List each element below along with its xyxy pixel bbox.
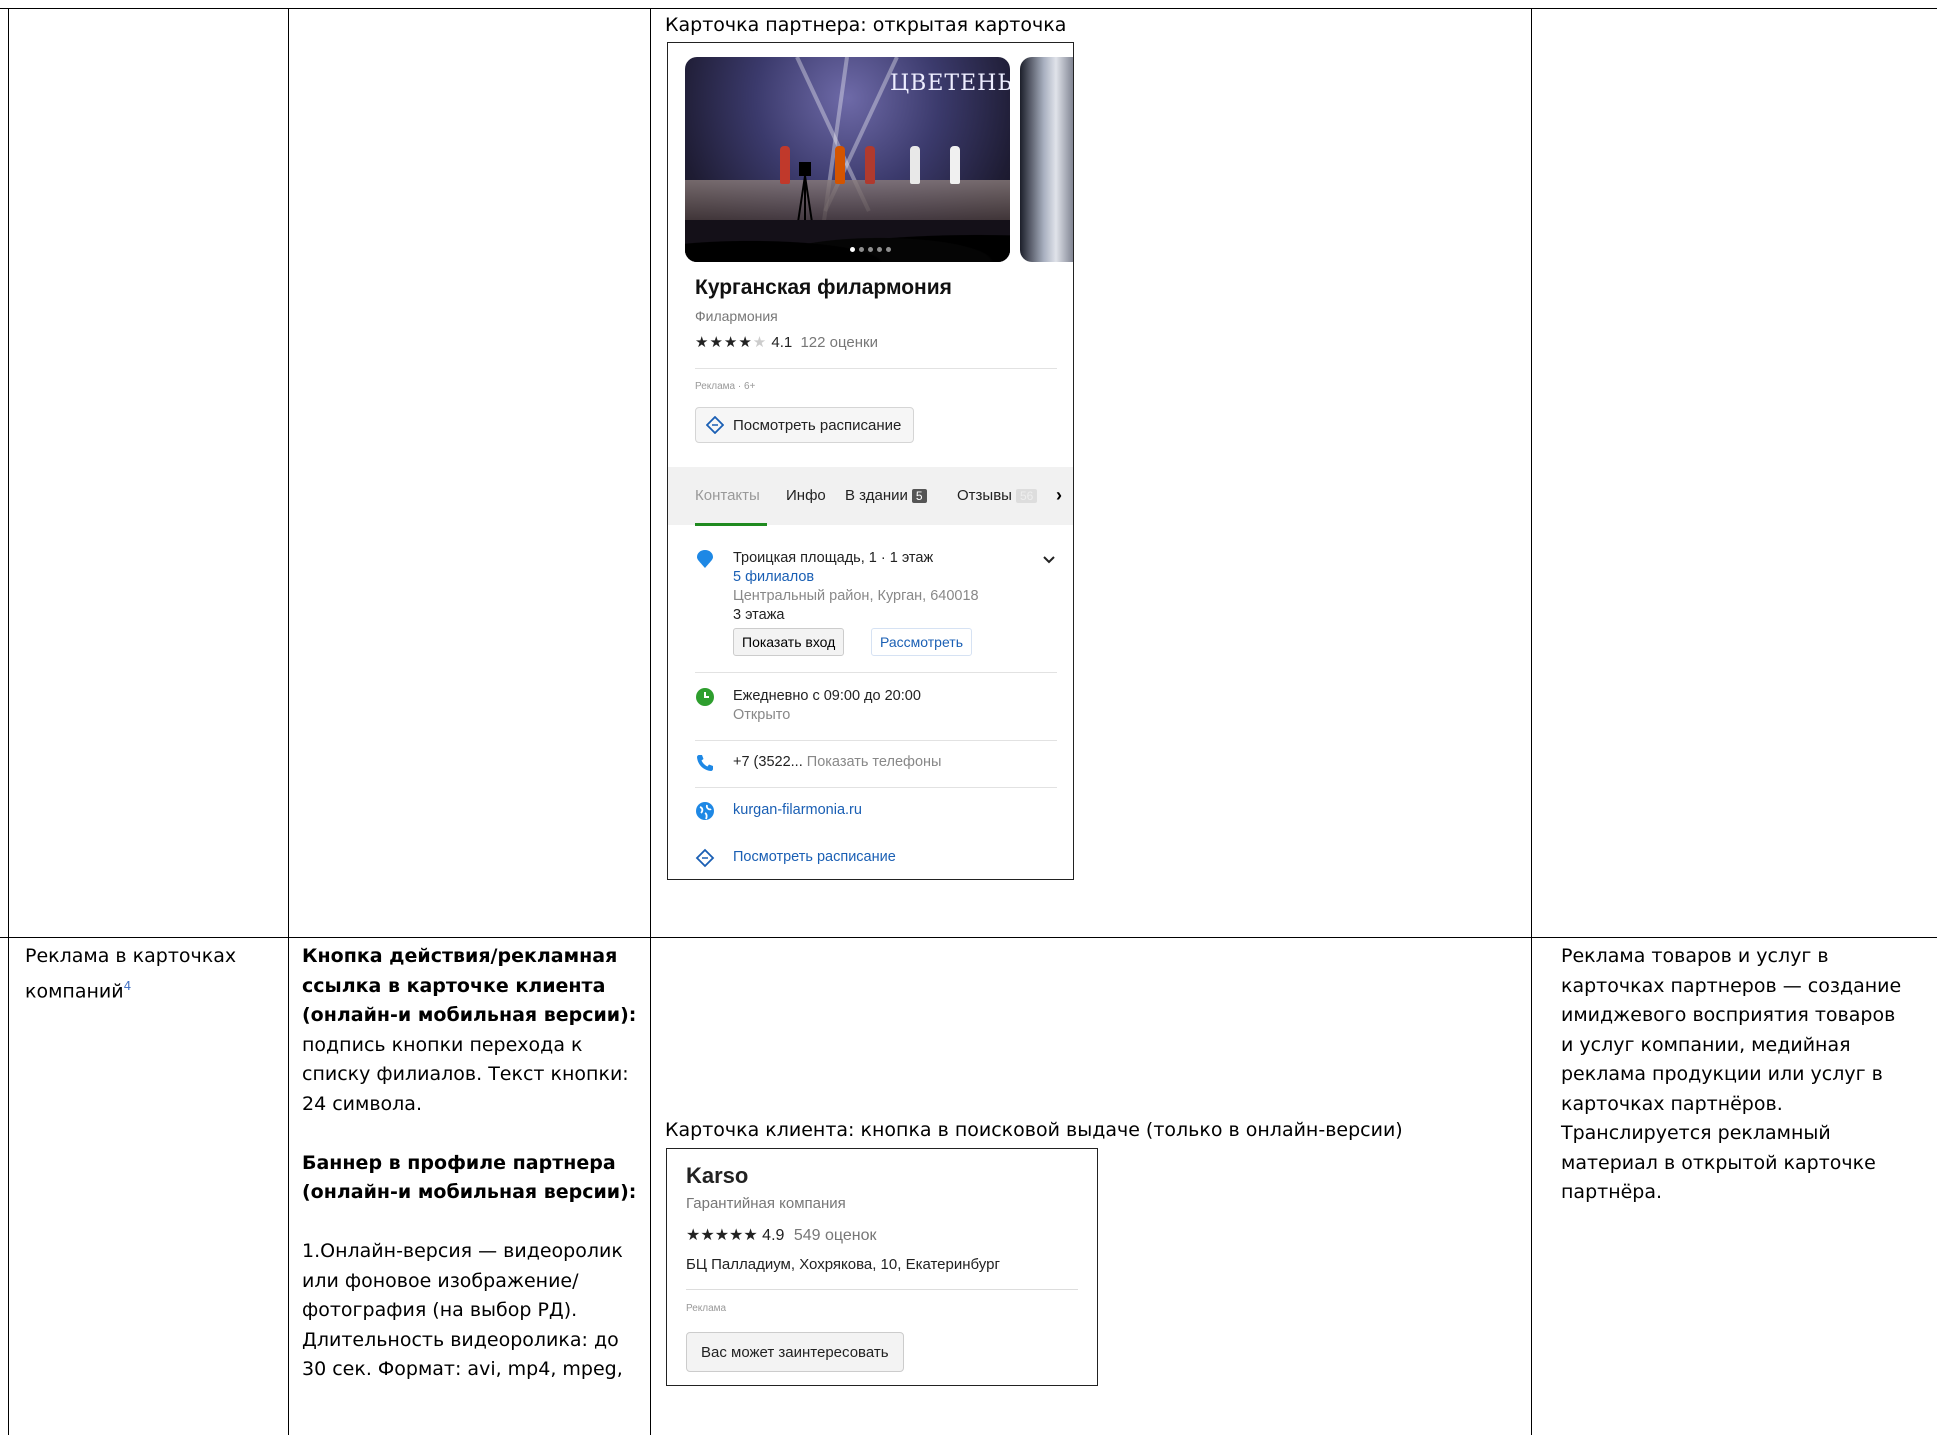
tab-in-building[interactable]: В здании 5 [845,487,927,504]
tab-reviews[interactable]: Отзывы 56 [957,487,1038,504]
client-interest-button[interactable]: Вас может заинтересовать [686,1332,904,1372]
ticket-icon [695,848,715,868]
schedule-link[interactable]: Посмотреть расписание [733,849,896,865]
phone-line: +7 (3522... Показать телефоны [733,754,941,770]
client-card-screenshot: Karso Гарантийная компания ★★★★★ 4.9 549… [666,1148,1098,1386]
client-rating-count[interactable]: 549 оценок [794,1227,877,1244]
client-rating-stars-icon: ★★★★★ [686,1227,758,1244]
client-title: Karso [686,1163,749,1188]
phone-prefix: +7 (3522... [733,754,803,770]
phone-icon [697,755,713,771]
branches-link[interactable]: 5 филиалов [733,569,814,585]
row2-col1-cell: Реклама в карточках компаний4 [25,942,280,1006]
partner-rating: ★★★★★ 4.1 122 оценки [695,333,878,351]
open-status: Открыто [733,707,791,723]
location-pin-icon [697,550,713,568]
banner-online-version: 1.Онлайн-версия — видеоролик или фоновое… [302,1240,623,1321]
row2-col2-cell: Кнопка действия/рекламная ссылка в карто… [302,942,642,1385]
show-entrance-button[interactable]: Показать вход [733,628,845,656]
view-button[interactable]: Рассмотреть [871,628,972,656]
client-card-caption: Карточка клиента: кнопка в поисковой выд… [665,1119,1403,1141]
table-col-divider-3 [1531,8,1532,1435]
partner-district: Центральный район, Курган, 640018 [733,588,979,604]
partner-photo-next[interactable] [1020,57,1073,262]
partner-card-caption: Карточка партнера: открытая карточка [665,14,1067,36]
website-link[interactable]: kurgan-filarmonia.ru [733,802,862,818]
banner-heading: Баннер в профиле партнера (онлайн-и моби… [302,1151,637,1204]
banner-video-duration: Длительность видеоролика: до 30 сек. Фор… [302,1328,623,1381]
tabs-scroll-right-icon[interactable]: › [1056,485,1062,506]
partner-address: Троицкая площадь, 1 · 1 этаж [733,550,934,566]
row2-col4-cell: Реклама товаров и услуг в карточках парт… [1561,945,1902,1203]
rating-value: 4.1 [771,334,793,351]
client-rating: ★★★★★ 4.9 549 оценок [686,1225,877,1245]
working-hours: Ежедневно с 09:00 до 20:00 [733,688,921,704]
rating-stars-icon: ★★★★ [695,334,753,351]
table-border-left [8,8,9,1435]
partner-title: Курганская филармония [695,276,952,299]
clock-icon [696,688,714,706]
partner-tabs: Контакты Инфо В здании 5 Отзывы 56 › [668,467,1073,525]
action-button-description: подпись кнопки перехода к списку филиало… [302,1033,629,1115]
table-border-top [0,8,1937,9]
action-button-heading: Кнопка действия/рекламная ссылка в карто… [302,945,637,1026]
partner-floors: 3 этажа [733,607,785,623]
table-row-divider [0,937,1937,938]
rating-star-empty-icon: ★ [752,334,768,351]
tab-in-building-badge: 5 [911,489,927,503]
tab-contacts[interactable]: Контакты [695,487,760,504]
ticket-icon [706,416,724,434]
chevron-down-icon[interactable] [1042,553,1056,567]
carousel-dots[interactable] [850,247,891,252]
globe-icon [696,802,714,820]
footnote-marker[interactable]: 4 [124,979,132,993]
active-tab-underline [695,523,767,526]
partner-category: Филармония [695,308,778,324]
show-phones-link[interactable]: Показать телефоны [807,754,942,770]
table-col-divider-2 [650,8,651,1435]
row2-col1-text: Реклама в карточках компаний [25,945,237,1002]
photo-sign: ЦВЕТЕНЬ [890,71,1010,96]
tab-in-building-label: В здании [845,487,908,504]
rating-count[interactable]: 122 оценки [800,334,878,351]
partner-photo: ЦВЕТЕНЬ [685,57,1010,262]
tab-reviews-label: Отзывы [957,487,1012,504]
client-rating-value: 4.9 [762,1227,785,1244]
ad-label: Реклама · 6+ [695,381,756,392]
client-ad-label: Реклама [686,1303,727,1314]
client-category: Гарантийная компания [686,1195,846,1212]
schedule-button-label: Посмотреть расписание [733,416,902,434]
tab-reviews-badge: 56 [1015,489,1038,503]
schedule-button[interactable]: Посмотреть расписание [695,407,915,443]
partner-card-screenshot: ЦВЕТЕНЬ Курганская филармония Филармония… [667,42,1074,880]
tab-info[interactable]: Инфо [786,487,826,504]
table-col-divider-1 [288,8,289,1435]
client-address: БЦ Палладиум, Хохрякова, 10, Екатеринбур… [686,1256,1000,1273]
